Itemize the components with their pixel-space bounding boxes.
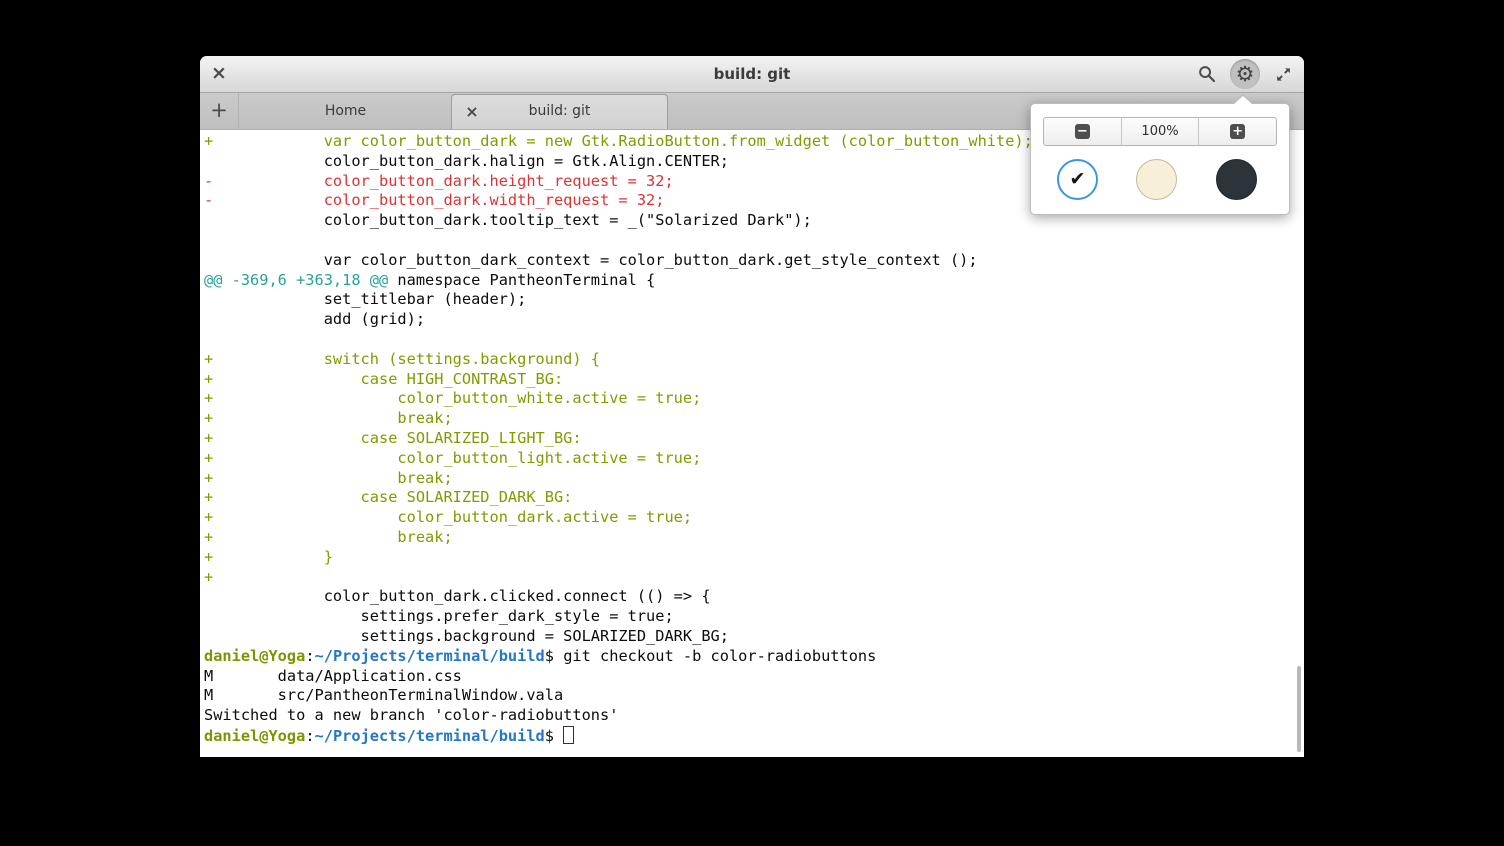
terminal-line xyxy=(204,231,1304,251)
terminal-line: + color_button_dark.active = true; xyxy=(204,508,1304,528)
gear-icon[interactable]: ⚙ xyxy=(1230,59,1260,89)
zoom-out-button[interactable]: − xyxy=(1044,118,1121,145)
terminal-line: settings.prefer_dark_style = true; xyxy=(204,607,1304,627)
tab-build-git-label: build: git xyxy=(529,103,591,119)
minus-icon: − xyxy=(1075,124,1090,139)
terminal-line: add (grid); xyxy=(204,310,1304,330)
desktop: × build: git ⚙ xyxy=(0,0,1504,846)
terminal-line: + break; xyxy=(204,469,1304,489)
terminal-line: + break; xyxy=(204,528,1304,548)
terminal-line: + case SOLARIZED_DARK_BG: xyxy=(204,488,1304,508)
tab-build-git[interactable]: × build: git xyxy=(451,94,668,129)
theme-button-solarized-dark[interactable] xyxy=(1216,159,1257,200)
terminal-line xyxy=(204,330,1304,350)
zoom-control: − 100% + xyxy=(1043,117,1277,146)
search-icon[interactable] xyxy=(1192,59,1222,89)
terminal-line: var color_button_dark_context = color_bu… xyxy=(204,251,1304,271)
terminal-line: daniel@Yoga:~/Projects/terminal/build$ g… xyxy=(204,647,1304,667)
terminal-line: daniel@Yoga:~/Projects/terminal/build$ xyxy=(204,726,1304,746)
scrollbar-thumb[interactable] xyxy=(1297,666,1301,752)
zoom-in-button[interactable]: + xyxy=(1198,118,1276,145)
terminal-line: + break; xyxy=(204,409,1304,429)
new-tab-button[interactable]: + xyxy=(200,93,238,129)
expand-icon[interactable] xyxy=(1268,59,1298,89)
terminal-line: set_titlebar (header); xyxy=(204,290,1304,310)
terminal-line: + color_button_white.active = true; xyxy=(204,389,1304,409)
terminal-line: color_button_dark.clicked.connect (() =>… xyxy=(204,587,1304,607)
terminal-cursor xyxy=(563,726,574,744)
titlebar[interactable]: × build: git ⚙ xyxy=(200,56,1304,93)
titlebar-actions: ⚙ xyxy=(1192,56,1298,92)
tab-close-icon[interactable]: × xyxy=(462,95,482,129)
terminal-line: + case HIGH_CONTRAST_BG: xyxy=(204,370,1304,390)
tab-home-label: Home xyxy=(325,103,366,119)
terminal-line: Switched to a new branch 'color-radiobut… xyxy=(204,706,1304,726)
popover-arrow xyxy=(1232,94,1254,104)
terminal-line: + switch (settings.background) { xyxy=(204,350,1304,370)
terminal-line: + case SOLARIZED_LIGHT_BG: xyxy=(204,429,1304,449)
theme-button-high-contrast[interactable]: ✔ xyxy=(1057,159,1098,200)
check-icon: ✔ xyxy=(1070,170,1086,189)
zoom-level-value: 100% xyxy=(1141,124,1178,139)
terminal-line: M src/PantheonTerminalWindow.vala xyxy=(204,686,1304,706)
theme-button-solarized-light[interactable] xyxy=(1136,159,1177,200)
terminal-line: settings.background = SOLARIZED_DARK_BG; xyxy=(204,627,1304,647)
terminal-line: + } xyxy=(204,548,1304,568)
settings-popover: − 100% + ✔ xyxy=(1030,103,1290,215)
terminal-line: + color_button_light.active = true; xyxy=(204,449,1304,469)
terminal-view[interactable]: + var color_button_dark = new Gtk.RadioB… xyxy=(200,130,1304,757)
terminal-line: M data/Application.css xyxy=(204,667,1304,687)
zoom-level[interactable]: 100% xyxy=(1121,118,1199,145)
terminal-output: + var color_button_dark = new Gtk.RadioB… xyxy=(200,130,1304,746)
tab-home[interactable]: Home xyxy=(238,93,452,129)
terminal-line: + xyxy=(204,568,1304,588)
plus-icon: + xyxy=(1230,124,1245,139)
terminal-line: @@ -369,6 +363,18 @@ namespace PantheonT… xyxy=(204,271,1304,291)
window-title: build: git xyxy=(200,56,1304,92)
